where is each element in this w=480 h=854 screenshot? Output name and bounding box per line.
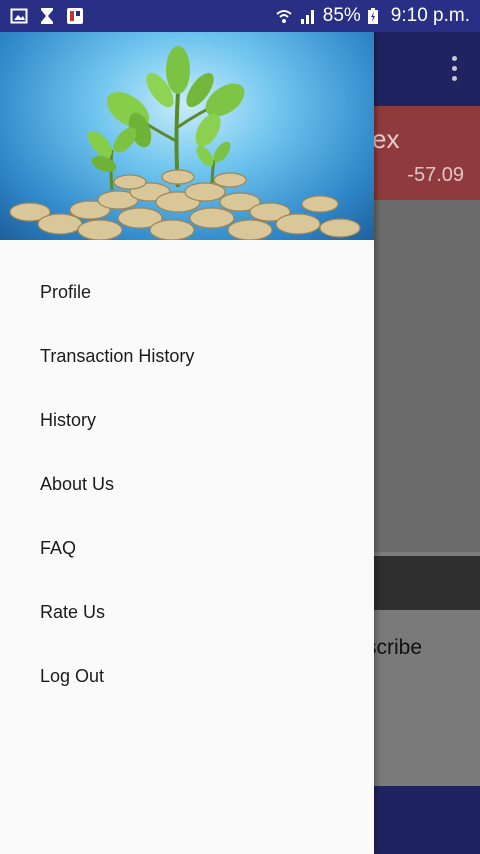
menu-item-profile[interactable]: Profile xyxy=(0,260,374,324)
drawer-header-image xyxy=(0,32,374,240)
status-right: 85% 9:10 p.m. xyxy=(275,5,470,27)
gallery-icon xyxy=(10,7,28,25)
hourglass-icon xyxy=(38,7,56,25)
status-left-icons xyxy=(10,7,84,25)
index-name: ex xyxy=(372,124,400,154)
wifi-icon xyxy=(275,7,293,25)
battery-percent: 85% xyxy=(322,5,361,26)
menu-item-history[interactable]: History xyxy=(0,388,374,452)
subscribe-label: scribe xyxy=(366,636,423,659)
signal-icon xyxy=(299,7,317,25)
index-change: -57.09 xyxy=(407,164,464,186)
menu-item-log-out[interactable]: Log Out xyxy=(0,644,374,708)
menu-item-about-us[interactable]: About Us xyxy=(0,452,374,516)
overflow-menu-icon[interactable] xyxy=(452,56,458,82)
status-bar: 85% 9:10 p.m. xyxy=(0,0,480,32)
app-notification-icon xyxy=(66,7,84,25)
navigation-drawer: Profile Transaction History History Abou… xyxy=(0,32,374,854)
menu-item-transaction-history[interactable]: Transaction History xyxy=(0,324,374,388)
plant-coins-illustration xyxy=(9,46,361,240)
menu-item-rate-us[interactable]: Rate Us xyxy=(0,580,374,644)
battery-charging-icon xyxy=(367,7,385,25)
drawer-menu: Profile Transaction History History Abou… xyxy=(0,240,374,708)
menu-item-faq[interactable]: FAQ xyxy=(0,516,374,580)
status-time: 9:10 p.m. xyxy=(390,5,470,26)
